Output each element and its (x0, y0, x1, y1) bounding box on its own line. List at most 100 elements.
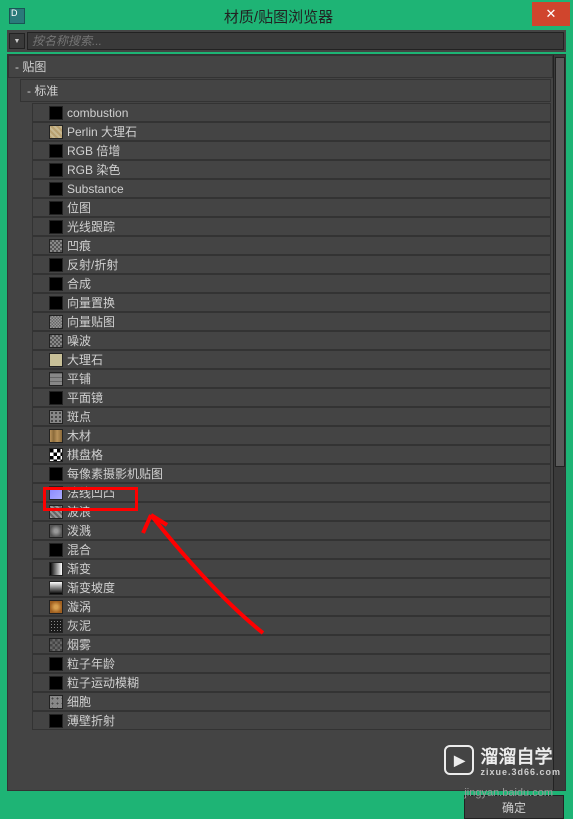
options-dropdown-icon[interactable] (9, 33, 25, 49)
list-item-label: Substance (67, 182, 124, 196)
list-item-label: 漩涡 (67, 598, 91, 615)
list-item-label: RGB 倍增 (67, 142, 120, 159)
list-item[interactable]: 烟雾 (32, 635, 551, 654)
group-standard[interactable]: - 标准 (20, 79, 551, 102)
map-type-icon (49, 277, 63, 291)
play-icon: ▶ (444, 745, 474, 775)
list-item-label: 凹痕 (67, 237, 91, 254)
list-item[interactable]: 斑点 (32, 407, 551, 426)
list-item[interactable]: 粒子年龄 (32, 654, 551, 673)
list-item-label: 波浪 (67, 503, 91, 520)
list-item[interactable]: 噪波 (32, 331, 551, 350)
scrollbar-thumb[interactable] (555, 57, 565, 467)
list-item-label: 混合 (67, 541, 91, 558)
list-item-label: 渐变坡度 (67, 579, 115, 596)
list-item-label: 斑点 (67, 408, 91, 425)
list-item[interactable]: 平铺 (32, 369, 551, 388)
map-type-icon (49, 334, 63, 348)
map-type-icon (49, 144, 63, 158)
list-item[interactable]: Substance (32, 179, 551, 198)
map-type-icon (49, 239, 63, 253)
list-item[interactable]: 反射/折射 (32, 255, 551, 274)
list-item-label: 细胞 (67, 693, 91, 710)
map-type-icon (49, 353, 63, 367)
list-item[interactable]: 法线凹凸 (32, 483, 551, 502)
window-title: 材质/贴图浏览器 (25, 6, 532, 27)
app-icon (9, 8, 25, 24)
list-item[interactable]: 细胞 (32, 692, 551, 711)
list-item-label: combustion (67, 106, 128, 120)
list-item[interactable]: RGB 染色 (32, 160, 551, 179)
list-item[interactable]: RGB 倍增 (32, 141, 551, 160)
map-type-icon (49, 296, 63, 310)
map-type-icon (49, 638, 63, 652)
toolbar (7, 30, 566, 52)
map-type-icon (49, 372, 63, 386)
map-type-icon (49, 562, 63, 576)
list-item-label: 泼溅 (67, 522, 91, 539)
list-item[interactable]: 平面镜 (32, 388, 551, 407)
map-type-icon (49, 163, 63, 177)
list-item-label: 粒子年龄 (67, 655, 115, 672)
list-item-label: 反射/折射 (67, 256, 118, 273)
list-item[interactable]: Perlin 大理石 (32, 122, 551, 141)
list-item[interactable]: 波浪 (32, 502, 551, 521)
list-item-label: 木材 (67, 427, 91, 444)
scrollbar[interactable] (553, 55, 565, 790)
map-type-icon (49, 543, 63, 557)
list-item-label: 大理石 (67, 351, 103, 368)
list-item[interactable]: 混合 (32, 540, 551, 559)
list-item-label: 灰泥 (67, 617, 91, 634)
close-button[interactable]: ✕ (532, 2, 570, 26)
list-item-label: 粒子运动模糊 (67, 674, 139, 691)
map-type-icon (49, 486, 63, 500)
map-type-icon (49, 220, 63, 234)
list-item[interactable]: 每像素摄影机贴图 (32, 464, 551, 483)
list-item[interactable]: 位图 (32, 198, 551, 217)
list-item-label: 平面镜 (67, 389, 103, 406)
list-item-label: 渐变 (67, 560, 91, 577)
search-input[interactable] (27, 32, 564, 50)
list-item[interactable]: 木材 (32, 426, 551, 445)
list-item-label: RGB 染色 (67, 161, 120, 178)
list-item[interactable]: 棋盘格 (32, 445, 551, 464)
group-maps[interactable]: - 贴图 (8, 55, 553, 78)
list-item-label: 法线凹凸 (67, 484, 115, 501)
list-item[interactable]: 粒子运动模糊 (32, 673, 551, 692)
content-area: - 贴图 - 标准 combustion Perlin 大理石RGB 倍增 RGB … (7, 54, 566, 791)
list-item-label: 向量贴图 (67, 313, 115, 330)
list-item[interactable]: 大理石 (32, 350, 551, 369)
list-item[interactable]: combustion (32, 103, 551, 122)
list-item-label: 平铺 (67, 370, 91, 387)
list-item[interactable]: 渐变坡度 (32, 578, 551, 597)
map-type-icon (49, 657, 63, 671)
list-item[interactable]: 渐变 (32, 559, 551, 578)
list-item[interactable]: 灰泥 (32, 616, 551, 635)
map-type-icon (49, 676, 63, 690)
list-item-label: 每像素摄影机贴图 (67, 465, 163, 482)
list-item[interactable]: 合成 (32, 274, 551, 293)
map-type-icon (49, 524, 63, 538)
list-item[interactable]: 凹痕 (32, 236, 551, 255)
list-item-label: 光线跟踪 (67, 218, 115, 235)
watermark-logo-main: 溜溜自学 (480, 747, 552, 767)
map-type-icon (49, 619, 63, 633)
browser-window: 材质/贴图浏览器 ✕ - 贴图 - 标准 combustion Perlin 大理… (3, 2, 570, 809)
list-item[interactable]: 漩涡 (32, 597, 551, 616)
list-item[interactable]: 光线跟踪 (32, 217, 551, 236)
watermark-text: jingyan.baidu.com (464, 787, 553, 799)
map-type-icon (49, 315, 63, 329)
list-item[interactable]: 薄壁折射 (32, 711, 551, 730)
map-type-icon (49, 410, 63, 424)
list-item[interactable]: 泼溅 (32, 521, 551, 540)
map-type-icon (49, 429, 63, 443)
titlebar[interactable]: 材质/贴图浏览器 ✕ (3, 2, 570, 30)
list-item[interactable]: 向量置换 (32, 293, 551, 312)
list-item-label: 合成 (67, 275, 91, 292)
map-type-icon (49, 258, 63, 272)
watermark-logo: ▶ 溜溜自学 zixue.3d66.com (444, 743, 561, 777)
map-type-icon (49, 201, 63, 215)
map-type-icon (49, 505, 63, 519)
map-type-icon (49, 600, 63, 614)
list-item[interactable]: 向量贴图 (32, 312, 551, 331)
